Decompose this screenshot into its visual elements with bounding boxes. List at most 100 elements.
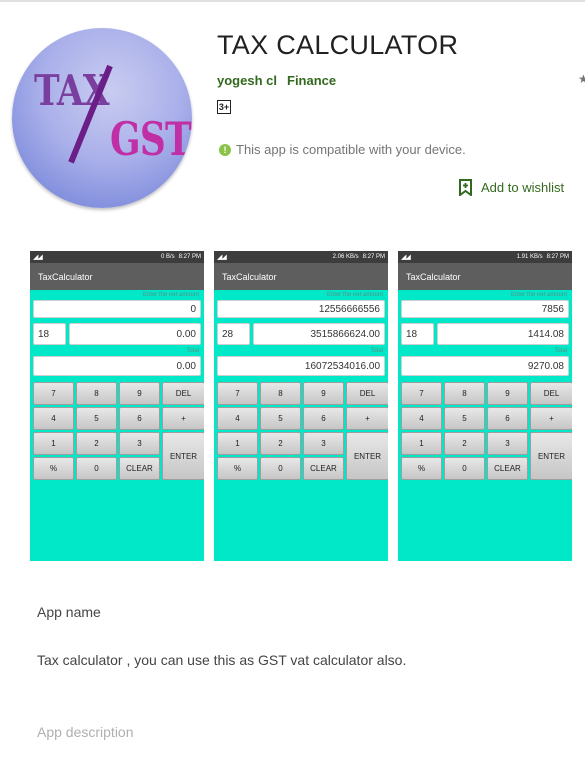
key-5: 5 [260,407,301,430]
key-enter: ENTER [162,432,204,480]
key-0: 0 [260,457,301,480]
key-plus: + [530,407,572,430]
key-1: 1 [217,432,258,455]
key-4: 4 [33,407,74,430]
key-0: 0 [76,457,117,480]
key-0: 0 [444,457,485,480]
key-percent: % [33,457,74,480]
key-6: 6 [487,407,528,430]
total-field: 9270.08 [401,356,569,376]
key-3: 3 [487,432,528,455]
info-icon: ! [219,143,231,156]
net-amount-field: 7856 [401,300,569,318]
app-bar-title: TaxCalculator [214,263,388,290]
icon-text-gst: GST [110,112,192,166]
wishlist-label: Add to wishlist [481,180,565,195]
key-percent: % [217,457,258,480]
status-bar: ◢◢ 2.06 KB/s 8:27 PM [214,251,388,263]
tax-rate-field: 18 [33,323,66,345]
key-8: 8 [444,382,485,405]
app-name-label: App name [37,604,101,620]
total-hint: Total [370,348,383,354]
key-clear: CLEAR [487,457,528,480]
signal-icon: ◢◢ [401,254,411,261]
app-title: TAX CALCULATOR [217,30,459,60]
keypad: 7 8 9 DEL 4 5 6 + 1 2 3 ENTER % 0 CLEAR [33,382,204,480]
key-8: 8 [260,382,301,405]
status-speed: 1.91 KB/s [516,254,543,260]
key-9: 9 [487,382,528,405]
key-plus: + [162,407,204,430]
key-9: 9 [303,382,344,405]
screenshot-1[interactable]: ◢◢ 0 B/s 8:27 PM TaxCalculator Enter the… [30,251,204,561]
developer-link[interactable]: yogesh cl [217,73,277,88]
key-2: 2 [76,432,117,455]
key-1: 1 [33,432,74,455]
status-speed: 2.06 KB/s [332,254,359,260]
net-amount-hint: Enter the net amount [142,292,199,298]
tax-rate-field: 28 [217,323,250,345]
net-amount-hint: Enter the net amount [326,292,383,298]
app-description-label: App description [37,724,134,740]
key-5: 5 [444,407,485,430]
compatibility-notice: ! This app is compatible with your devic… [219,142,466,157]
status-speed: 0 B/s [160,254,175,260]
net-amount-field: 0 [33,300,201,318]
key-1: 1 [401,432,442,455]
tax-rate-field: 18 [401,323,434,345]
status-time: 8:27 PM [178,254,201,260]
key-6: 6 [119,407,160,430]
key-enter: ENTER [346,432,388,480]
content-rating-badge: 3+ [217,100,231,114]
key-percent: % [401,457,442,480]
key-2: 2 [260,432,301,455]
total-hint: Total [186,348,199,354]
status-time: 8:27 PM [546,254,569,260]
keypad: 7 8 9 DEL 4 5 6 + 1 2 3 ENTER % 0 CLEAR [401,382,572,480]
bookmark-add-icon [459,179,472,196]
net-amount-hint: Enter the net amount [510,292,567,298]
total-field: 16072534016.00 [217,356,385,376]
key-del: DEL [162,382,204,405]
add-to-wishlist-button[interactable]: Add to wishlist [459,179,564,196]
key-clear: CLEAR [303,457,344,480]
tax-amount-field: 1414.08 [437,323,569,345]
category-link[interactable]: Finance [287,73,336,88]
key-3: 3 [119,432,160,455]
key-3: 3 [303,432,344,455]
signal-icon: ◢◢ [217,254,227,261]
key-clear: CLEAR [119,457,160,480]
key-4: 4 [217,407,258,430]
keypad: 7 8 9 DEL 4 5 6 + 1 2 3 ENTER % 0 CLEAR [217,382,388,480]
key-7: 7 [217,382,258,405]
key-5: 5 [76,407,117,430]
net-amount-field: 12556666556 [217,300,385,318]
key-8: 8 [76,382,117,405]
total-field: 0.00 [33,356,201,376]
app-name-value: Tax calculator , you can use this as GST… [37,652,407,668]
key-4: 4 [401,407,442,430]
total-hint: Total [554,348,567,354]
app-icon: TAX GST [12,28,192,208]
key-plus: + [346,407,388,430]
status-time: 8:27 PM [362,254,385,260]
screenshot-3[interactable]: ◢◢ 1.91 KB/s 8:27 PM TaxCalculator Enter… [398,251,572,561]
key-7: 7 [33,382,74,405]
app-bar-title: TaxCalculator [30,263,204,290]
tax-amount-field: 3515866624.00 [253,323,385,345]
app-bar-title: TaxCalculator [398,263,572,290]
top-divider [0,0,585,2]
compatibility-text: This app is compatible with your device. [236,142,466,157]
status-bar: ◢◢ 1.91 KB/s 8:27 PM [398,251,572,263]
star-icon: ★ [578,72,585,86]
key-7: 7 [401,382,442,405]
key-6: 6 [303,407,344,430]
key-del: DEL [346,382,388,405]
key-9: 9 [119,382,160,405]
key-del: DEL [530,382,572,405]
tax-amount-field: 0.00 [69,323,201,345]
screenshot-2[interactable]: ◢◢ 2.06 KB/s 8:27 PM TaxCalculator Enter… [214,251,388,561]
key-2: 2 [444,432,485,455]
key-enter: ENTER [530,432,572,480]
status-bar: ◢◢ 0 B/s 8:27 PM [30,251,204,263]
